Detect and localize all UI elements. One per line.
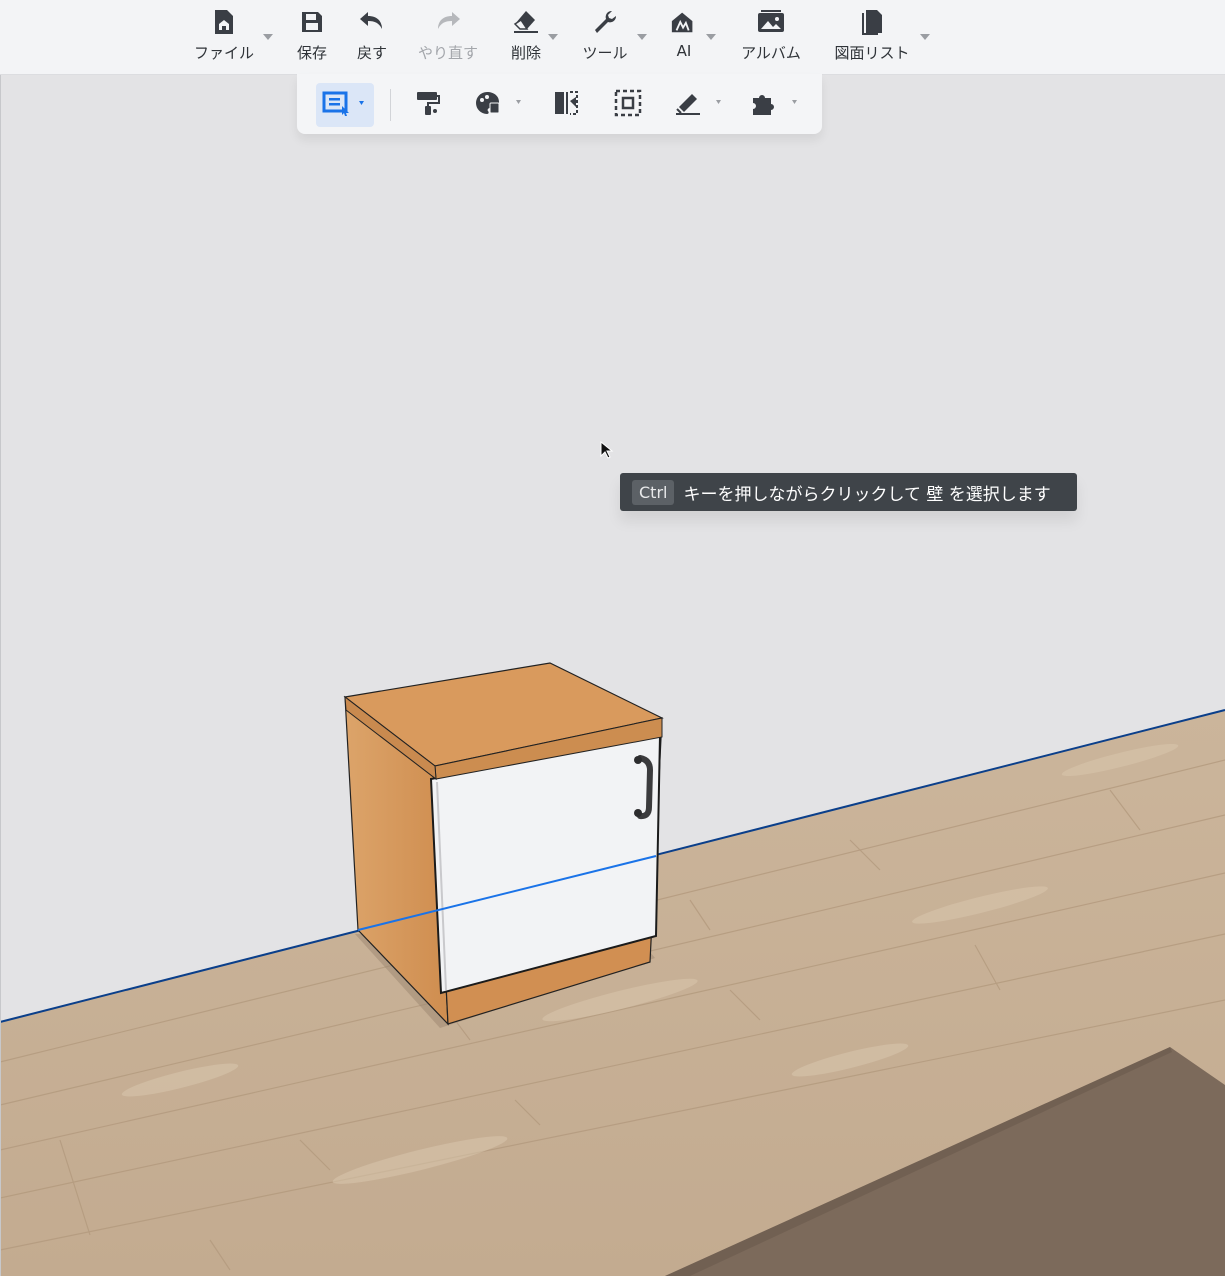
file-menu-label: ファイル bbox=[193, 44, 254, 62]
tools-label: ツール bbox=[582, 44, 628, 62]
tools-menu-button[interactable]: ツール bbox=[578, 8, 632, 68]
ai-label: AI bbox=[676, 42, 692, 60]
ai-dropdown-icon[interactable] bbox=[706, 34, 716, 40]
frame-select-icon bbox=[614, 89, 642, 121]
file-menu-button[interactable]: ファイル bbox=[190, 8, 258, 68]
handle-mount-bottom bbox=[634, 809, 642, 817]
ai-house-icon bbox=[670, 8, 698, 36]
measure-button[interactable] bbox=[673, 83, 729, 127]
mirror-icon bbox=[552, 89, 580, 121]
redo-label: やり直す bbox=[417, 44, 478, 62]
cabinet[interactable] bbox=[343, 662, 664, 1028]
delete-label: 削除 bbox=[510, 44, 541, 62]
wrench-icon bbox=[591, 8, 619, 36]
album-label: アルバム bbox=[741, 44, 801, 62]
mirror-button[interactable] bbox=[547, 83, 585, 127]
plugin-icon bbox=[749, 89, 805, 121]
eraser-icon bbox=[512, 8, 540, 36]
drawing-list-label: 図面リスト bbox=[834, 44, 910, 62]
drawing-list-button[interactable]: 図面リスト bbox=[830, 8, 914, 68]
material-palette-icon bbox=[473, 89, 529, 121]
handle-mount-top bbox=[634, 756, 642, 764]
save-icon bbox=[298, 8, 326, 36]
save-label: 保存 bbox=[296, 44, 327, 62]
hint-text: キーを押しながらクリックして 壁 を選択します bbox=[683, 484, 1051, 505]
measure-icon bbox=[673, 89, 729, 121]
undo-label: 戻す bbox=[356, 44, 387, 62]
paint-roller-button[interactable] bbox=[409, 83, 447, 127]
ctrl-key-badge: Ctrl bbox=[632, 479, 675, 505]
toolbar-separator bbox=[390, 89, 391, 121]
album-button[interactable]: アルバム bbox=[736, 8, 806, 68]
paint-roller-icon bbox=[414, 89, 442, 121]
selection-hint-tooltip: Ctrl キーを押しながらクリックして 壁 を選択します bbox=[620, 473, 1077, 511]
album-icon bbox=[757, 8, 785, 36]
file-dropdown-icon[interactable] bbox=[263, 34, 273, 40]
viewport-border bbox=[0, 75, 1, 1276]
undo-icon bbox=[358, 8, 386, 36]
view-toolbar bbox=[297, 74, 822, 134]
tools-dropdown-icon[interactable] bbox=[637, 34, 647, 40]
frame-select-button[interactable] bbox=[609, 83, 647, 127]
plugin-button[interactable] bbox=[749, 83, 805, 127]
undo-button[interactable]: 戻す bbox=[350, 8, 394, 68]
3d-viewport[interactable] bbox=[0, 75, 1225, 1276]
select-mode-icon bbox=[322, 90, 368, 120]
select-mode-button[interactable] bbox=[316, 83, 374, 127]
drawing-list-dropdown-icon[interactable] bbox=[920, 34, 930, 40]
ai-menu-button[interactable]: AI bbox=[666, 8, 702, 68]
redo-button[interactable]: やり直す bbox=[413, 8, 483, 68]
main-toolbar: ファイル 保存 戻す やり直す 削除 ツール AI アルバム 図面リスト bbox=[0, 0, 1225, 75]
mouse-cursor-icon bbox=[600, 441, 614, 459]
material-button[interactable] bbox=[473, 83, 529, 127]
delete-button[interactable]: 削除 bbox=[504, 8, 548, 68]
save-button[interactable]: 保存 bbox=[290, 8, 334, 68]
file-home-icon bbox=[210, 8, 238, 36]
drawing-list-icon bbox=[858, 8, 886, 36]
redo-icon bbox=[434, 8, 462, 36]
delete-dropdown-icon[interactable] bbox=[548, 34, 558, 40]
